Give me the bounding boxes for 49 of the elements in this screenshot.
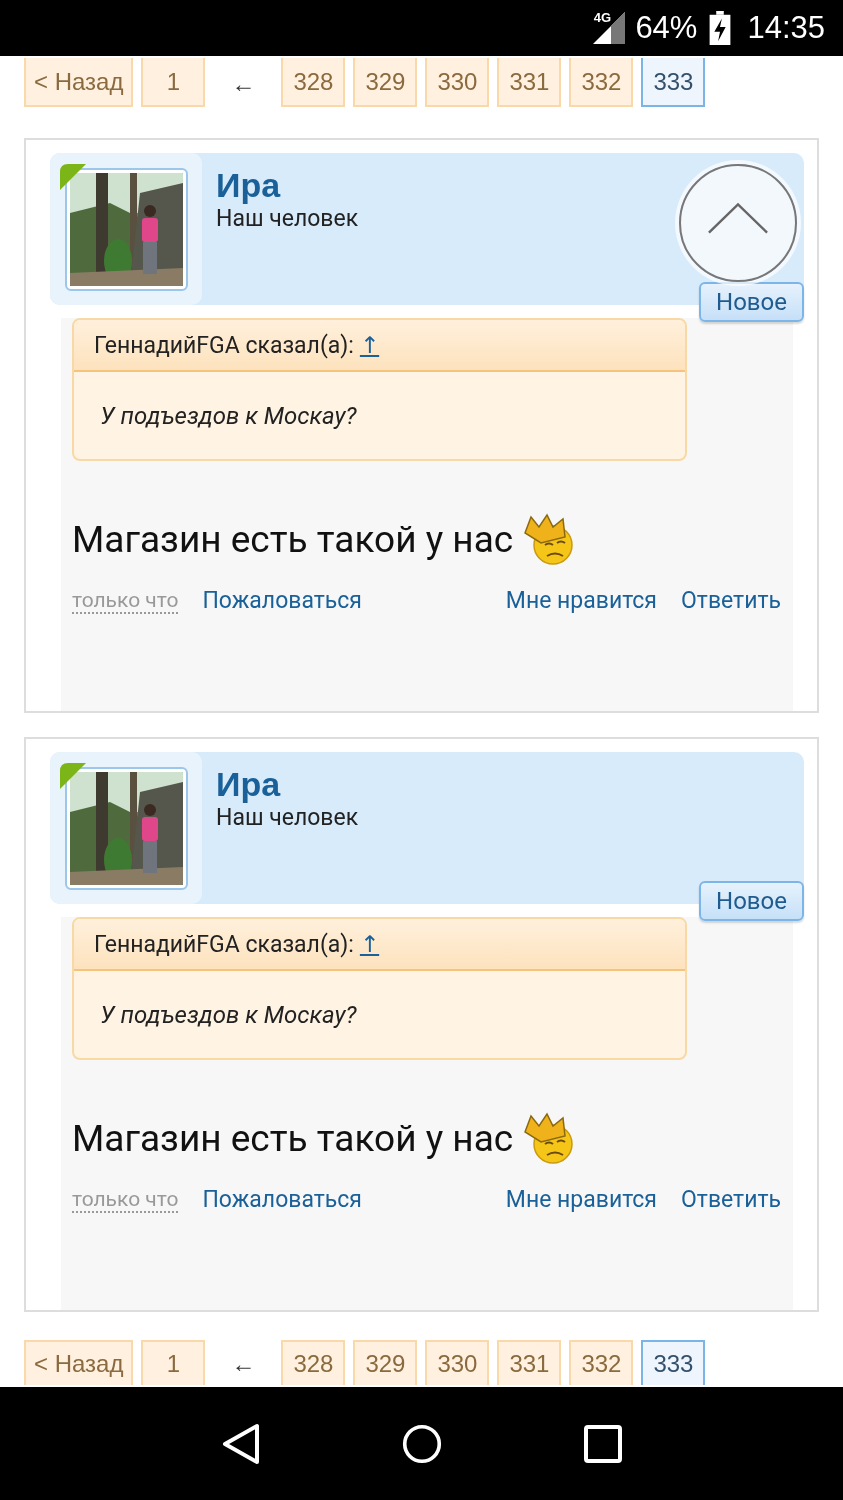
battery-percent: 64% [635,10,698,46]
page-button[interactable]: 1 [141,1340,206,1385]
online-corner-icon [60,763,86,789]
page-button[interactable]: 330 [425,58,490,107]
network-type: 4G [593,10,611,25]
quote-text: У подъездов к Москау? [99,400,358,432]
message-text: Магазин есть такой у нас [72,1116,514,1160]
quote-author: ГеннадийFGA сказал(а): [94,331,354,359]
post-time: только что [72,1186,179,1213]
reply-link[interactable]: Ответить [681,1186,781,1213]
page-button[interactable]: 1 [141,58,206,107]
page-button[interactable]: 332 [569,58,634,107]
page-button[interactable]: 331 [497,1340,562,1385]
user-title: Наш человек [216,205,359,232]
signal-icon [593,12,626,44]
like-link[interactable]: Мне нравится [505,1186,657,1213]
chevron-up-icon [707,201,769,235]
clock: 14:35 [747,10,825,46]
report-link[interactable]: Пожаловаться [202,587,362,614]
jump-to-quote-link[interactable]: ↑ [359,930,380,958]
page-button[interactable]: 333 [641,58,706,107]
report-link[interactable]: Пожаловаться [202,1186,362,1213]
back-icon[interactable] [220,1421,261,1466]
page-button[interactable]: 332 [569,1340,634,1385]
quote-text: У подъездов к Москау? [99,999,358,1031]
page-button[interactable]: 333 [641,1340,706,1385]
pagination-ellipsis-arrow: ← [230,68,257,99]
quote-author: ГеннадийFGA сказал(а): [94,930,354,958]
like-link[interactable]: Мне нравится [505,587,657,614]
new-badge-button[interactable]: Новое [699,881,804,921]
previous-page-button[interactable]: < Назад [24,58,134,107]
page-button[interactable]: 329 [353,1340,418,1385]
author-name[interactable]: Ира [216,165,359,205]
post-time: только что [72,587,179,614]
page-button[interactable]: 328 [281,58,346,107]
page-button[interactable]: 329 [353,58,418,107]
jump-to-quote-link[interactable]: ↑ [359,331,380,359]
page-button[interactable]: 330 [425,1340,490,1385]
pagination-ellipsis-arrow: ← [230,1349,257,1379]
battery-charging-icon [709,11,732,45]
previous-page-button[interactable]: < Назад [24,1340,134,1385]
reply-link[interactable]: Ответить [681,587,781,614]
user-title: Наш человек [216,804,359,831]
message-text: Магазин есть такой у нас [72,517,514,561]
new-badge-button[interactable]: Новое [699,282,804,322]
online-corner-icon [60,164,86,190]
page-button[interactable]: 331 [497,58,562,107]
author-name[interactable]: Ира [216,764,359,804]
page-button[interactable]: 328 [281,1340,346,1385]
